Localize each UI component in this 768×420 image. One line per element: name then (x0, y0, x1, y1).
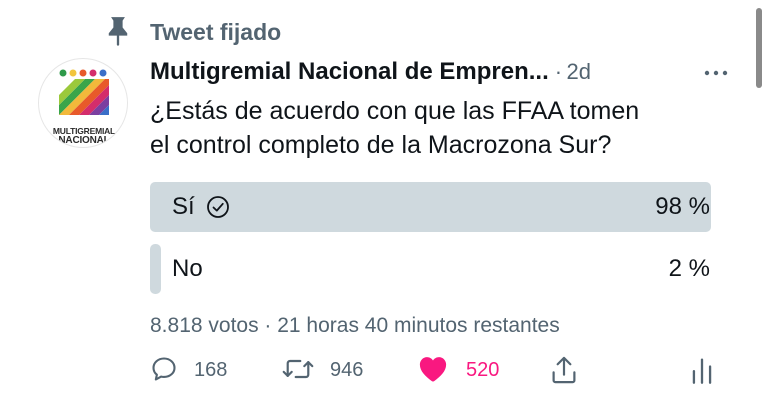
poll-option-no: No 2 % (150, 244, 722, 294)
heart-icon (419, 357, 447, 382)
tweet-text-line1: ¿Estás de acuerdo con que las FFAA tomen (150, 97, 640, 125)
author-name[interactable]: Multigremial Nacional de Empren... (150, 58, 549, 85)
avatar[interactable]: MULTIGREMIAL NACIONAL (38, 58, 128, 148)
pinned-tweet-row: Tweet fijado (0, 14, 768, 50)
tweet-text-line2: el control completo de la Macrozona Sur? (150, 131, 612, 159)
tweet-text: ¿Estás de acuerdo con que las FFAA tomen… (150, 94, 730, 162)
retweet-count: 946 (330, 359, 364, 381)
tweet-actions: 168 946 520 (150, 352, 740, 388)
poll-option-label: No (172, 255, 203, 282)
share-icon (552, 356, 576, 384)
more-options-icon[interactable] (704, 70, 728, 76)
poll-meta: 8.818 votos · 21 horas 40 minutos restan… (150, 314, 560, 337)
pin-icon (108, 17, 128, 46)
pinned-label: Tweet fijado (150, 19, 282, 45)
poll-option-si: Sí 98 % (150, 182, 722, 232)
poll-bar-no (150, 244, 161, 294)
avatar-logo-text-line2: NACIONAL (58, 135, 110, 146)
like-count: 520 (466, 359, 500, 381)
retweet-icon (282, 359, 314, 379)
poll-bar-si (150, 182, 711, 232)
poll-option-percent: 98 % (655, 193, 710, 220)
poll-option-percent: 2 % (668, 255, 710, 282)
poll-option-label: Sí (172, 193, 195, 220)
check-circle-icon (207, 196, 229, 218)
header-separator: · (554, 59, 563, 84)
scrollbar[interactable] (756, 8, 762, 88)
tweet-timestamp[interactable]: 2d (567, 59, 591, 84)
multigremial-logo (59, 69, 109, 115)
tweet-header: Multigremial Nacional de Empren... · 2d (150, 56, 750, 88)
analytics-icon (692, 358, 712, 384)
reply-count: 168 (194, 359, 228, 381)
reply-icon (152, 357, 176, 381)
